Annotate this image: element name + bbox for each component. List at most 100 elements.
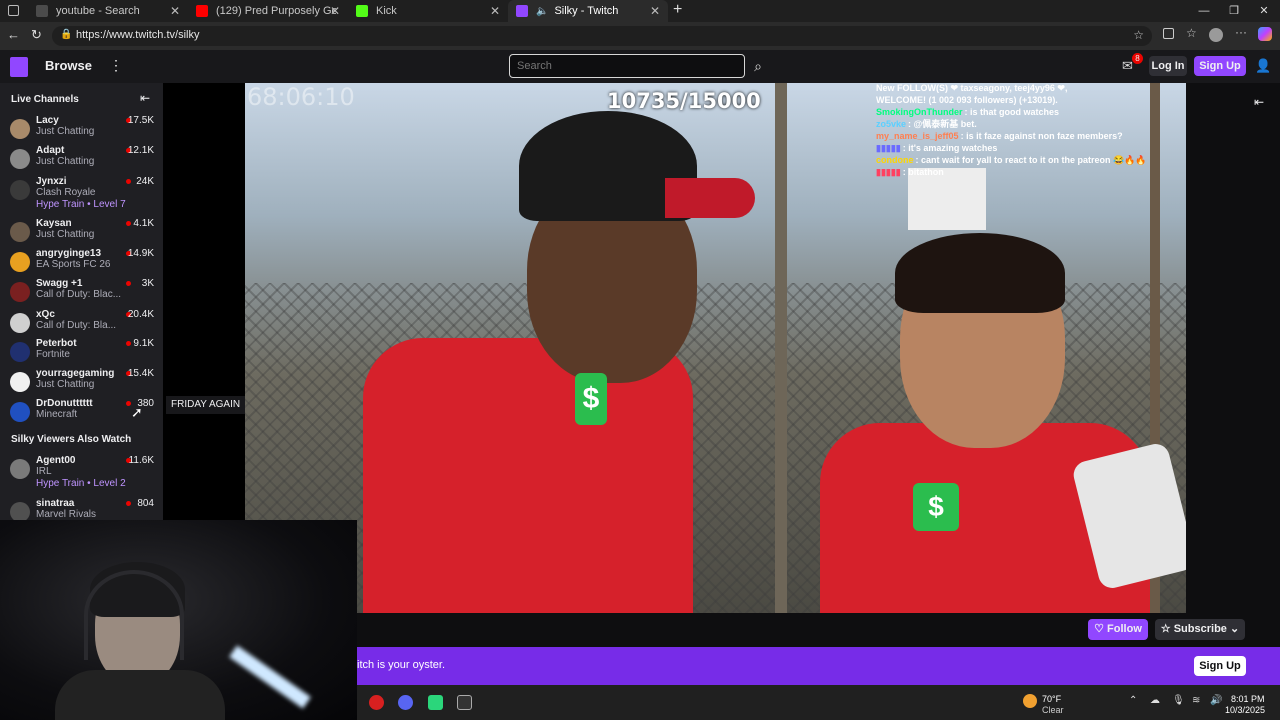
channel-item-sinatraa[interactable]: sinatraa Marvel Rivals 804 — [0, 498, 163, 520]
avatar — [10, 372, 30, 392]
chat-message: SmokingOnThunder: is that good watches — [876, 107, 1060, 117]
chevron-up-icon[interactable]: ⌃ — [1129, 695, 1137, 706]
profile-avatar[interactable] — [1209, 28, 1223, 42]
avatar — [10, 342, 30, 362]
chat-username: SmokingOnThunder — [876, 107, 963, 117]
viewer-count: 14.9K — [127, 248, 154, 259]
tab-youtube-video[interactable]: (129) Pred Purposely Gets Caught ✕ — [188, 0, 348, 22]
streamer-body — [55, 670, 225, 720]
close-icon[interactable]: ✕ — [490, 4, 500, 18]
discord-icon[interactable] — [398, 695, 413, 710]
browse-link[interactable]: Browse — [45, 58, 92, 73]
avatar — [10, 180, 30, 200]
channel-name: Jynxzi — [36, 176, 67, 187]
chat-text: is that good watches — [970, 107, 1060, 117]
windows-taskbar: 70°F Clear ⌃ ☁ 🎙 ≋ 🔊 8:01 PM 10/3/2025 — [357, 685, 1280, 720]
channel-name: angryginge13 — [36, 248, 102, 259]
channel-item-yourragegaming[interactable]: yourragegaming Just Chatting 15.4K — [0, 368, 163, 398]
channel-item-adapt[interactable]: Adapt Just Chatting 12.1K — [0, 145, 163, 175]
app-icon[interactable] — [428, 695, 443, 710]
wifi-icon: ≋ — [1192, 695, 1201, 706]
clock-date: 10/3/2025 — [1225, 705, 1266, 715]
star-icon: ☆ — [1160, 623, 1174, 635]
channel-game: Just Chatting — [36, 229, 95, 240]
tab-twitch-silky[interactable]: 🔈 Silky - Twitch ✕ — [508, 0, 668, 22]
tab-youtube-search[interactable]: youtube - Search ✕ — [28, 0, 188, 22]
back-icon[interactable]: ← — [7, 27, 20, 42]
new-tab-button[interactable]: + — [673, 1, 682, 19]
avatar — [10, 502, 30, 520]
channel-game: Just Chatting — [36, 379, 95, 390]
browser-address-bar: ← ↻ 🔒 https://www.twitch.tv/silky ☆ ☆ ··… — [0, 22, 1280, 50]
follow-button[interactable]: ♡ Follow — [1088, 619, 1148, 640]
extensions-icon[interactable] — [1163, 28, 1174, 39]
chat-username: condone — [876, 155, 914, 165]
tab-kick[interactable]: Kick ✕ — [348, 0, 508, 22]
tab-title: (129) Pred Purposely Gets Caught — [216, 5, 336, 17]
channel-item-swagg[interactable]: Swagg +1 Call of Duty: Blac... 3K — [0, 278, 163, 308]
chat-text: is it faze against non faze members? — [966, 131, 1123, 141]
more-menu-icon[interactable]: ⋮ — [109, 57, 123, 74]
channel-game: Just Chatting — [36, 156, 95, 167]
channel-name: yourragegaming — [36, 368, 115, 379]
stream-timer: 68:06:10 — [247, 83, 355, 111]
login-button[interactable]: Log In — [1149, 56, 1187, 76]
hype-train-label: Hype Train • Level 7 — [36, 199, 126, 210]
favorites-icon[interactable]: ☆ — [1186, 26, 1197, 40]
more-icon[interactable]: ··· — [1235, 25, 1247, 39]
microphone-icon: 🎙 — [1172, 695, 1185, 706]
tab-title: Kick — [376, 5, 397, 17]
channel-item-jynxzi[interactable]: Jynxzi Clash Royale Hype Train • Level 7… — [0, 176, 163, 216]
channel-name: Kaysan — [36, 218, 72, 229]
search-icon[interactable]: ⌕ — [745, 54, 771, 78]
viewer-count: 9.1K — [133, 338, 154, 349]
subscribe-button[interactable]: ☆ Subscribe ⌄ — [1155, 619, 1245, 640]
chat-message: my_name_is_jeff05: is it faze against no… — [876, 131, 1123, 141]
refresh-icon[interactable]: ↻ — [31, 27, 42, 43]
also-watch-header: Silky Viewers Also Watch — [11, 434, 132, 445]
light-glow — [229, 645, 311, 709]
sub-goal-counter: 10735/15000 — [607, 89, 761, 113]
notifications-icon[interactable]: ✉ — [1122, 58, 1133, 74]
twitch-logo-icon[interactable] — [10, 57, 28, 77]
chat-column: ⇤ — [1186, 83, 1280, 613]
signup-button[interactable]: Sign Up — [1194, 56, 1246, 76]
collapse-sidebar-icon[interactable]: ⇤ — [140, 91, 150, 105]
close-icon[interactable]: ✕ — [650, 4, 660, 18]
minimize-icon[interactable]: — — [1196, 3, 1212, 19]
expand-chat-icon[interactable]: ⇤ — [1254, 95, 1264, 109]
viewer-count: 15.4K — [127, 368, 154, 379]
tab-actions-icon[interactable] — [8, 5, 19, 16]
close-icon[interactable]: ✕ — [170, 4, 180, 18]
chat-text: bitathon — [908, 167, 944, 177]
url-field[interactable]: 🔒 https://www.twitch.tv/silky ☆ — [52, 26, 1152, 46]
channel-item-lacy[interactable]: Lacy Just Chatting 17.5K — [0, 115, 163, 145]
restore-icon[interactable]: ❐ — [1226, 3, 1242, 19]
channel-item-agent00[interactable]: Agent00 IRL Hype Train • Level 2 11.6K — [0, 455, 163, 495]
user-icon[interactable]: 👤 — [1255, 58, 1271, 74]
close-window-icon[interactable]: ✕ — [1256, 3, 1272, 19]
channel-item-peterbot[interactable]: Peterbot Fortnite 9.1K — [0, 338, 163, 368]
live-dot-icon — [126, 501, 131, 506]
youtube-icon — [196, 5, 208, 17]
weather-icon — [1023, 694, 1037, 708]
chat-message: condone: cant wait for yall to react to … — [876, 155, 1147, 165]
chat-username: ▮▮▮▮▮ — [876, 143, 901, 153]
tab-title: Silky - Twitch — [554, 5, 619, 17]
favorite-star-icon[interactable]: ☆ — [1133, 28, 1144, 42]
epic-games-icon[interactable] — [457, 695, 472, 710]
recording-app-icon[interactable] — [369, 695, 384, 710]
avatar — [10, 459, 30, 479]
chat-message: ▮▮▮▮▮: bitathon — [876, 167, 944, 177]
banner-signup-button[interactable]: Sign Up — [1194, 656, 1246, 676]
clock-time: 8:01 PM — [1231, 694, 1265, 704]
channel-item-angryginge13[interactable]: angryginge13 EA Sports FC 26 14.9K — [0, 248, 163, 278]
channel-game: Just Chatting — [36, 126, 95, 137]
channel-item-kaysan[interactable]: Kaysan Just Chatting 4.1K — [0, 218, 163, 248]
chat-message: zo5vke: @佩泰新基 bet. — [876, 119, 977, 129]
viewer-count: 24K — [136, 176, 154, 187]
search-input[interactable] — [509, 54, 745, 78]
channel-item-xqc[interactable]: xQc Call of Duty: Bla... 20.4K — [0, 309, 163, 339]
copilot-icon[interactable] — [1258, 27, 1272, 41]
close-icon[interactable]: ✕ — [330, 4, 340, 18]
